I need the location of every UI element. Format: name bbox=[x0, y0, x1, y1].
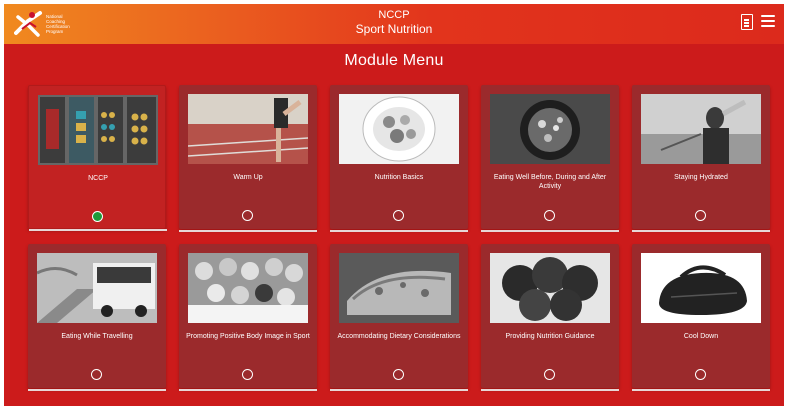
module-label: Warm Up bbox=[233, 174, 263, 181]
module-thumbnail-nccp bbox=[38, 95, 158, 165]
incomplete-status-icon bbox=[91, 369, 102, 380]
incomplete-status-icon bbox=[393, 210, 404, 221]
incomplete-status-icon bbox=[544, 369, 555, 380]
module-thumbnail-eating-while-travelling bbox=[37, 253, 157, 323]
card-underline bbox=[330, 389, 468, 391]
module-label: Cool Down bbox=[683, 333, 719, 340]
module-card-nutrition-guidance[interactable]: Providing Nutrition Guidance bbox=[481, 244, 619, 391]
module-label: NCCP bbox=[88, 175, 108, 182]
module-label: Nutrition Basics bbox=[374, 174, 424, 181]
module-card-positive-body-image[interactable]: Promoting Positive Body Image in Sport bbox=[179, 244, 317, 391]
module-thumbnail-positive-body-image bbox=[188, 253, 308, 323]
incomplete-status-icon bbox=[695, 210, 706, 221]
module-label: Promoting Positive Body Image in Sport bbox=[186, 333, 310, 340]
module-thumbnail-dietary-considerations bbox=[339, 253, 459, 323]
module-label: Eating While Travelling bbox=[61, 333, 133, 340]
incomplete-status-icon bbox=[695, 369, 706, 380]
card-underline bbox=[330, 230, 468, 232]
module-label: Eating Well Before, During and After Act… bbox=[493, 174, 607, 190]
incomplete-status-icon bbox=[242, 369, 253, 380]
module-card-nccp[interactable]: NCCP bbox=[28, 85, 167, 231]
complete-status-icon bbox=[92, 211, 103, 222]
module-label: Providing Nutrition Guidance bbox=[505, 333, 595, 340]
module-card-nutrition-basics[interactable]: Nutrition Basics bbox=[330, 85, 468, 232]
card-underline bbox=[481, 389, 619, 391]
module-thumbnail-eating-well bbox=[490, 94, 610, 164]
module-thumbnail-nutrition-basics bbox=[339, 94, 459, 164]
card-underline bbox=[632, 389, 770, 391]
module-thumbnail-staying-hydrated bbox=[641, 94, 761, 164]
card-underline bbox=[29, 229, 167, 231]
incomplete-status-icon bbox=[242, 210, 253, 221]
module-thumbnail-warm-up bbox=[188, 94, 308, 164]
app-frame: National Coaching Certification Program … bbox=[4, 4, 784, 406]
card-underline bbox=[632, 230, 770, 232]
card-underline bbox=[179, 389, 317, 391]
module-thumbnail-nutrition-guidance bbox=[490, 253, 610, 323]
card-underline bbox=[481, 230, 619, 232]
module-card-eating-while-travelling[interactable]: Eating While Travelling bbox=[28, 244, 166, 391]
module-thumbnail-cool-down bbox=[641, 253, 761, 323]
module-card-dietary-considerations[interactable]: Accommodating Dietary Considerations bbox=[330, 244, 468, 391]
card-underline bbox=[179, 230, 317, 232]
module-card-eating-well[interactable]: Eating Well Before, During and After Act… bbox=[481, 85, 619, 232]
module-label: Staying Hydrated bbox=[674, 174, 728, 181]
module-card-cool-down[interactable]: Cool Down bbox=[632, 244, 770, 391]
incomplete-status-icon bbox=[393, 369, 404, 380]
card-underline bbox=[28, 389, 166, 391]
module-card-warm-up[interactable]: Warm Up bbox=[179, 85, 317, 232]
module-grid: NCCP Warm Up Nutrition Basics Eating Wel… bbox=[4, 4, 784, 406]
incomplete-status-icon bbox=[544, 210, 555, 221]
module-label: Accommodating Dietary Considerations bbox=[337, 333, 461, 340]
module-card-staying-hydrated[interactable]: Staying Hydrated bbox=[632, 85, 770, 232]
